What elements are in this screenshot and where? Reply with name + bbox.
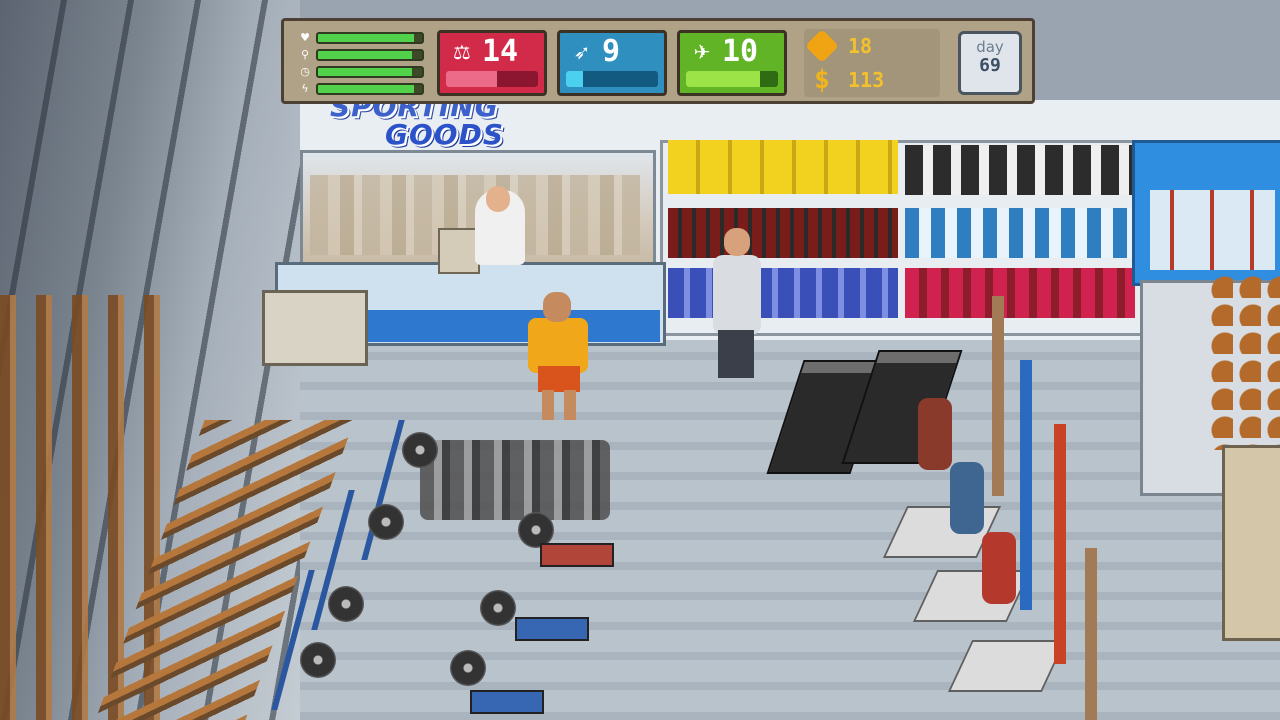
time-bar-fill [318, 67, 412, 76]
bag-stand-post [1020, 360, 1032, 610]
tokens-row: 18 [804, 29, 940, 63]
barbell-plate [368, 504, 404, 540]
runner-icon: ➶ [573, 40, 591, 64]
protein-boxes[interactable] [668, 140, 898, 194]
stamina-stat: ✈ 10 [677, 30, 787, 96]
trainer-legs [718, 330, 754, 378]
strength-stat: ⚖ 14 [437, 30, 547, 96]
bag-stand-post [992, 296, 1004, 496]
need-time: ◷ [298, 63, 424, 80]
punching-bag[interactable] [918, 398, 952, 470]
barbell-plate [450, 650, 486, 686]
bag-stand-post [1085, 548, 1097, 720]
shop-clerk-head [486, 186, 510, 212]
store-sign-goods: GOODS [385, 118, 504, 151]
punching-bag[interactable] [982, 532, 1016, 604]
barbell-plate [402, 432, 438, 468]
day-counter: day 69 [958, 31, 1022, 95]
clock-icon: ◷ [300, 64, 310, 78]
agility-progress [566, 71, 658, 87]
black-jars[interactable] [905, 145, 1135, 195]
energy-bar [316, 82, 424, 95]
day-label: day [976, 38, 1004, 56]
agility-progress-fill [566, 71, 583, 87]
vending-machine[interactable] [1222, 445, 1280, 641]
gym-scene: SPORTING GOODS [0, 0, 1280, 720]
health-bar [316, 31, 424, 44]
time-bar [316, 65, 424, 78]
food-bar [316, 48, 424, 61]
trainer-npc[interactable] [713, 255, 761, 335]
token-coin-icon [805, 29, 839, 63]
need-energy: ϟ [298, 80, 424, 97]
food-bar-fill [318, 50, 412, 59]
stamina-value: 10 [722, 34, 759, 69]
strength-progress [446, 71, 538, 87]
energy-bar-fill [318, 84, 414, 93]
weight-bench[interactable] [470, 690, 544, 714]
currency-panel: 18 $ 113 [804, 29, 940, 97]
strength-value: 14 [482, 34, 519, 69]
money-row: $ 113 [804, 63, 940, 97]
running-shoe-icon: ✈ [693, 40, 711, 64]
hud-panel: ♥ ⚲ ◷ ϟ ⚖ 14 ➶ 9 ✈ 10 18 $ 113 day 69 [281, 18, 1035, 104]
barbell-plate [480, 590, 516, 626]
blue-jars[interactable] [905, 208, 1135, 258]
magazine-stand[interactable] [262, 290, 368, 366]
trainer-head [724, 228, 750, 256]
health-bar-fill [318, 33, 414, 42]
need-health: ♥ [298, 29, 424, 46]
player-shorts [538, 366, 580, 392]
stamina-progress [686, 71, 778, 87]
balls [1205, 270, 1280, 450]
punching-bag[interactable] [950, 462, 984, 534]
tokens-value: 18 [848, 34, 873, 58]
stamina-progress-fill [686, 71, 760, 87]
player-head [543, 292, 571, 322]
kettlebell-icon: ⚖ [453, 40, 471, 64]
day-value: 69 [979, 55, 1001, 76]
strength-progress-fill [446, 71, 497, 87]
bag-stand-post [1054, 424, 1066, 664]
need-food: ⚲ [298, 46, 424, 63]
agility-value: 9 [602, 34, 621, 69]
barbell-plate [300, 642, 336, 678]
fridge-glass [1150, 190, 1275, 270]
weight-bench[interactable] [515, 617, 589, 641]
pink-jars[interactable] [905, 268, 1135, 318]
agility-stat: ➶ 9 [557, 30, 667, 96]
weight-bench[interactable] [540, 543, 614, 567]
blue-bottles[interactable] [668, 268, 898, 318]
dollar-icon: $ [814, 65, 830, 95]
lightning-icon: ϟ [301, 81, 309, 95]
player-character[interactable] [528, 318, 588, 373]
heart-icon: ♥ [300, 30, 310, 44]
money-value: 113 [848, 68, 885, 92]
needs-bars: ♥ ⚲ ◷ ϟ [298, 29, 424, 97]
player-legs [542, 390, 576, 420]
red-bottles[interactable] [668, 208, 898, 258]
cash-register [438, 228, 480, 274]
drumstick-icon: ⚲ [300, 47, 310, 61]
barbell-plate [328, 586, 364, 622]
dumbbell-rack[interactable] [420, 440, 610, 520]
